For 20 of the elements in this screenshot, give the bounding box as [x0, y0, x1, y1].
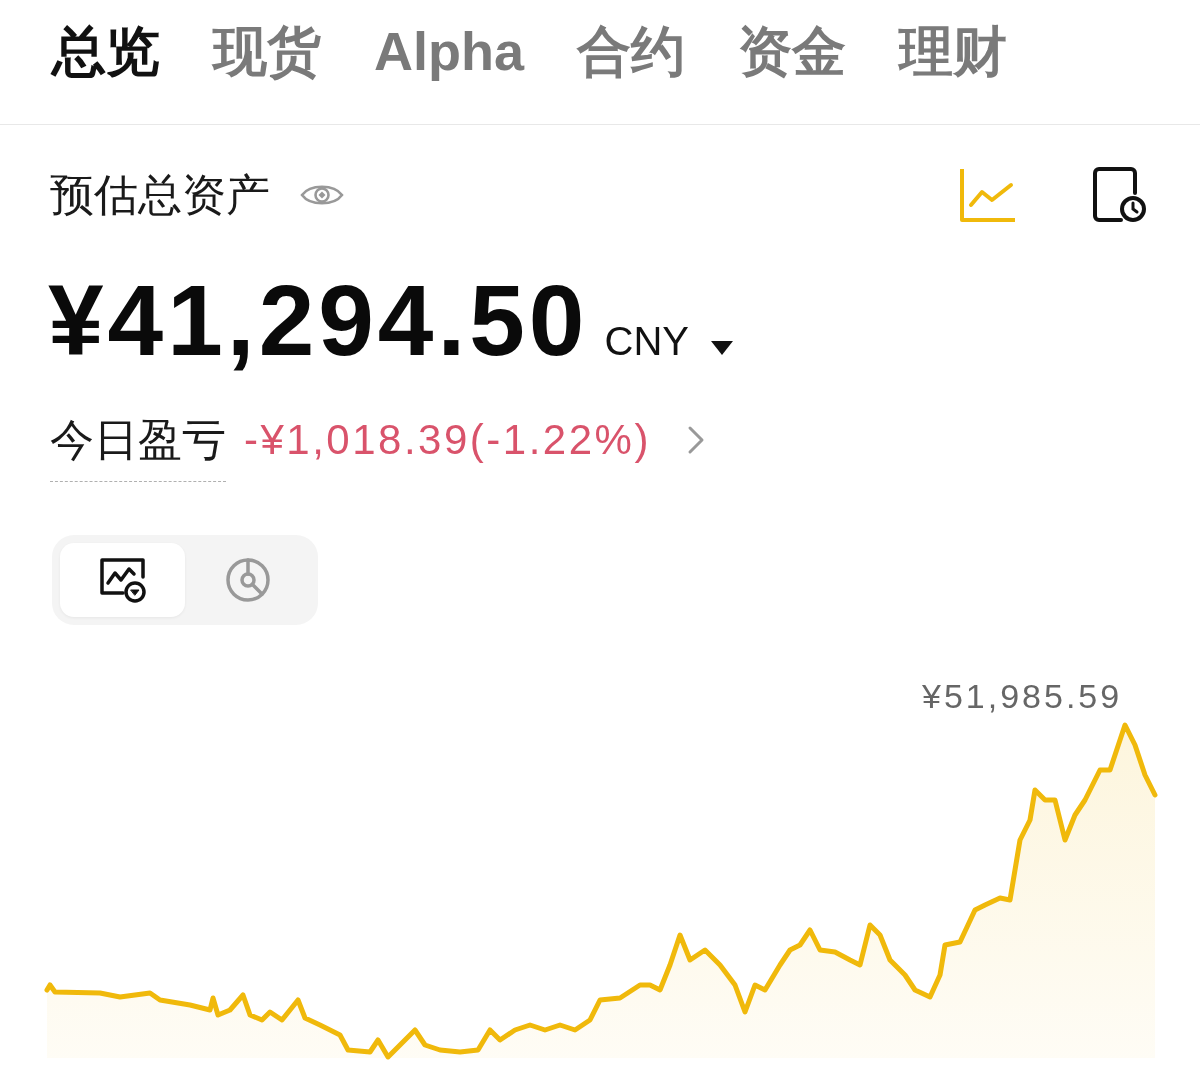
chevron-right-icon[interactable]: [686, 425, 705, 455]
currency-selector[interactable]: CNY: [604, 321, 689, 361]
tab[interactable]: 资金: [738, 22, 846, 82]
max-value-label: ¥51,985.59: [922, 676, 1123, 717]
caret-down-icon[interactable]: [710, 341, 733, 355]
daily-pnl-label[interactable]: 今日盈亏: [50, 415, 226, 482]
tab[interactable]: 理财: [899, 22, 1007, 82]
pie-chart-icon: [223, 557, 272, 603]
daily-pnl-value: -¥1,018.39(-1.22%): [244, 415, 651, 465]
tab[interactable]: 现货: [213, 22, 321, 82]
document-clock-icon[interactable]: [1093, 167, 1147, 223]
tab[interactable]: Alpha: [374, 22, 524, 82]
view-toggle-option[interactable]: [60, 543, 185, 617]
total-balance: ¥41,294.50: [48, 270, 589, 370]
line-chart-icon[interactable]: [959, 167, 1015, 223]
total-assets-title: 预估总资产: [50, 170, 270, 220]
tab[interactable]: 总览: [52, 22, 160, 82]
chart-frame-icon: [98, 557, 147, 603]
eye-icon[interactable]: [300, 182, 344, 208]
tab[interactable]: 合约: [577, 22, 685, 82]
